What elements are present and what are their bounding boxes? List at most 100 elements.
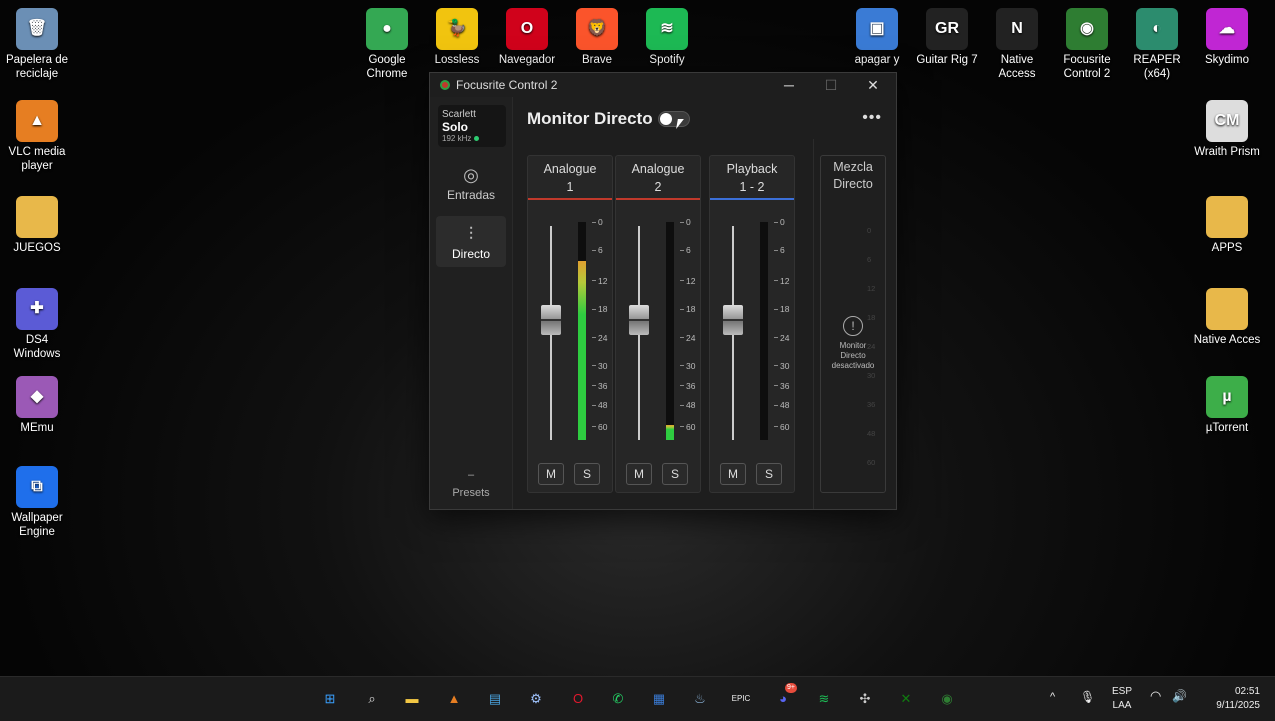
desktop-icon-19[interactable]: Native Acces — [1192, 288, 1262, 347]
desktop-icon-label: MEmu — [20, 422, 54, 434]
desktop-icon-11[interactable]: ▣ apagar y — [842, 8, 912, 67]
desktop-icon-12[interactable]: GR Guitar Rig 7 — [912, 8, 982, 67]
desktop-icon-label: Google Chrome — [366, 54, 408, 80]
desktop-icon-10[interactable]: ≋ Spotify — [632, 8, 702, 67]
opera-icon: O — [506, 8, 548, 50]
microphone-icon[interactable]: 🎙 — [1080, 690, 1095, 704]
presets-dash: – — [467, 469, 475, 481]
desktop-icon-label: APPS — [1211, 242, 1243, 254]
mute-button[interactable]: M — [720, 463, 746, 485]
desktop-icon-label: Spotify — [649, 54, 685, 66]
focusrite-window: Focusrite Control 2 ─ ☐ ✕ Scarlett Solo … — [429, 72, 897, 510]
language-indicator[interactable]: ESP LAA — [1112, 685, 1132, 713]
solo-button[interactable]: S — [756, 463, 782, 485]
ghost-tick: 18 — [867, 313, 876, 322]
solo-button[interactable]: S — [574, 463, 600, 485]
more-options-button[interactable]: ••• — [862, 109, 882, 127]
app-badge-icon[interactable]: ✣ — [853, 687, 877, 711]
window-app-icon[interactable]: ▤ — [483, 687, 507, 711]
whatsapp-icon[interactable]: ✆ — [606, 687, 630, 711]
steam-icon[interactable]: ♨ — [688, 687, 712, 711]
spotify-icon: ≋ — [646, 8, 688, 50]
settings-icon[interactable]: ⚙ — [524, 687, 548, 711]
mute-button[interactable]: M — [538, 463, 564, 485]
window-title: Focusrite Control 2 — [456, 78, 558, 92]
desktop-icon-2[interactable]: JUEGOS — [2, 196, 72, 255]
presets-button[interactable]: – Presets — [430, 469, 512, 499]
desktop-icon-13[interactable]: N Native Access — [982, 8, 1052, 81]
scale-tick: 12 — [592, 276, 607, 286]
notification-badge: 9+ — [785, 683, 797, 693]
opera-taskbar-icon[interactable]: O — [566, 687, 590, 711]
recycle-bin-icon: 🗑 — [16, 8, 58, 50]
file-explorer-icon[interactable]: ▬ — [400, 687, 424, 711]
scale-tick: 6 — [592, 245, 603, 255]
warning-icon: ! — [843, 316, 863, 336]
meter-fill — [578, 261, 586, 440]
desktop-icon-15[interactable]: ◐ REAPER (x64) — [1122, 8, 1192, 81]
wifi-icon[interactable]: ◠ — [1150, 689, 1161, 703]
scale-tick: 60 — [774, 422, 789, 432]
desktop-icon-18[interactable]: APPS — [1192, 196, 1262, 255]
scale-tick: 60 — [680, 422, 695, 432]
tray-chevron[interactable]: ^ — [1050, 690, 1055, 704]
desktop-icon-20[interactable]: µ µTorrent — [1192, 376, 1262, 435]
desktop-icon-9[interactable]: 🦁 Brave — [562, 8, 632, 67]
sample-rate: 192 kHz — [442, 134, 502, 143]
meter-scale: 0 6 12 18 24 30 36 48 60 — [774, 217, 798, 440]
nav-directo[interactable]: ⫶ Directo — [436, 216, 506, 267]
desktop-icon-7[interactable]: 🦆 Lossless — [422, 8, 492, 67]
desktop-icon-label: apagar y — [854, 54, 900, 66]
epic-games-icon[interactable]: EPIC — [729, 687, 753, 711]
store-icon[interactable]: ▦ — [647, 687, 671, 711]
desktop-icon-0[interactable]: 🗑 Papelera de reciclaje — [2, 8, 72, 81]
monitor-toggle[interactable] — [658, 111, 690, 127]
scale-tick: 12 — [774, 276, 789, 286]
windows-start-icon[interactable]: ⊞ — [318, 687, 342, 711]
spotify-taskbar-icon[interactable]: ≋ — [812, 687, 836, 711]
scale-tick: 48 — [680, 400, 695, 410]
vlc-taskbar-icon[interactable]: ▲ — [442, 687, 466, 711]
channel-color-line — [616, 198, 700, 200]
desktop-icon-14[interactable]: ◉ Focusrite Control 2 — [1052, 8, 1122, 81]
maximize-button[interactable]: ☐ — [810, 73, 852, 97]
minimize-button[interactable]: ─ — [768, 73, 810, 97]
xbox-icon[interactable]: ✕ — [894, 687, 918, 711]
focusrite-taskbar-icon[interactable]: ◉ — [935, 687, 959, 711]
scale-tick: 12 — [680, 276, 695, 286]
channel-color-line — [528, 198, 612, 200]
scale-tick: 0 — [774, 217, 785, 227]
skydimo-icon: ☁ — [1206, 8, 1248, 50]
desktop-icon-label: µTorrent — [1205, 422, 1249, 434]
desktop-icon-4[interactable]: ◆ MEmu — [2, 376, 72, 435]
title-bar[interactable]: Focusrite Control 2 ─ ☐ ✕ — [430, 73, 896, 97]
desktop-icon-6[interactable]: ● Google Chrome — [352, 8, 422, 81]
vlc-icon: ▲ — [16, 100, 58, 142]
desktop-icon-8[interactable]: O Navegador — [492, 8, 562, 67]
close-button[interactable]: ✕ — [852, 73, 894, 97]
focusrite-app-icon — [440, 80, 450, 90]
shutdown-shortcut-icon: ▣ — [856, 8, 898, 50]
desktop-icon-5[interactable]: ⧉ Wallpaper Engine — [2, 466, 72, 539]
desktop-icon-3[interactable]: ✚ DS4 Windows — [2, 288, 72, 361]
scale-tick: 6 — [774, 245, 785, 255]
desktop-icon-17[interactable]: CM Wraith Prism — [1192, 100, 1262, 159]
fader-knob[interactable] — [541, 304, 561, 335]
clock-date: 9/11/2025 — [1216, 700, 1260, 711]
solo-button[interactable]: S — [662, 463, 688, 485]
ghost-tick: 0 — [867, 226, 872, 235]
fader-knob[interactable] — [629, 304, 649, 335]
lossless-icon: 🦆 — [436, 8, 478, 50]
volume-icon[interactable]: 🔊 — [1172, 689, 1187, 703]
desktop-icon-16[interactable]: ☁ Skydimo — [1192, 8, 1262, 67]
clock[interactable]: 02:51 9/11/2025 — [1200, 685, 1260, 713]
fader-knob[interactable] — [723, 304, 743, 335]
desktop-icon-label: Guitar Rig 7 — [916, 54, 978, 66]
desktop-icon-1[interactable]: ▲ VLC media player — [2, 100, 72, 173]
nav-entradas[interactable]: ◎ Entradas — [436, 157, 506, 208]
ghost-tick: 36 — [867, 400, 876, 409]
search-icon[interactable]: ⌕ — [360, 687, 384, 711]
nav-entradas-label: Entradas — [446, 188, 496, 202]
mute-button[interactable]: M — [626, 463, 652, 485]
device-card[interactable]: Scarlett Solo 192 kHz — [438, 105, 506, 147]
